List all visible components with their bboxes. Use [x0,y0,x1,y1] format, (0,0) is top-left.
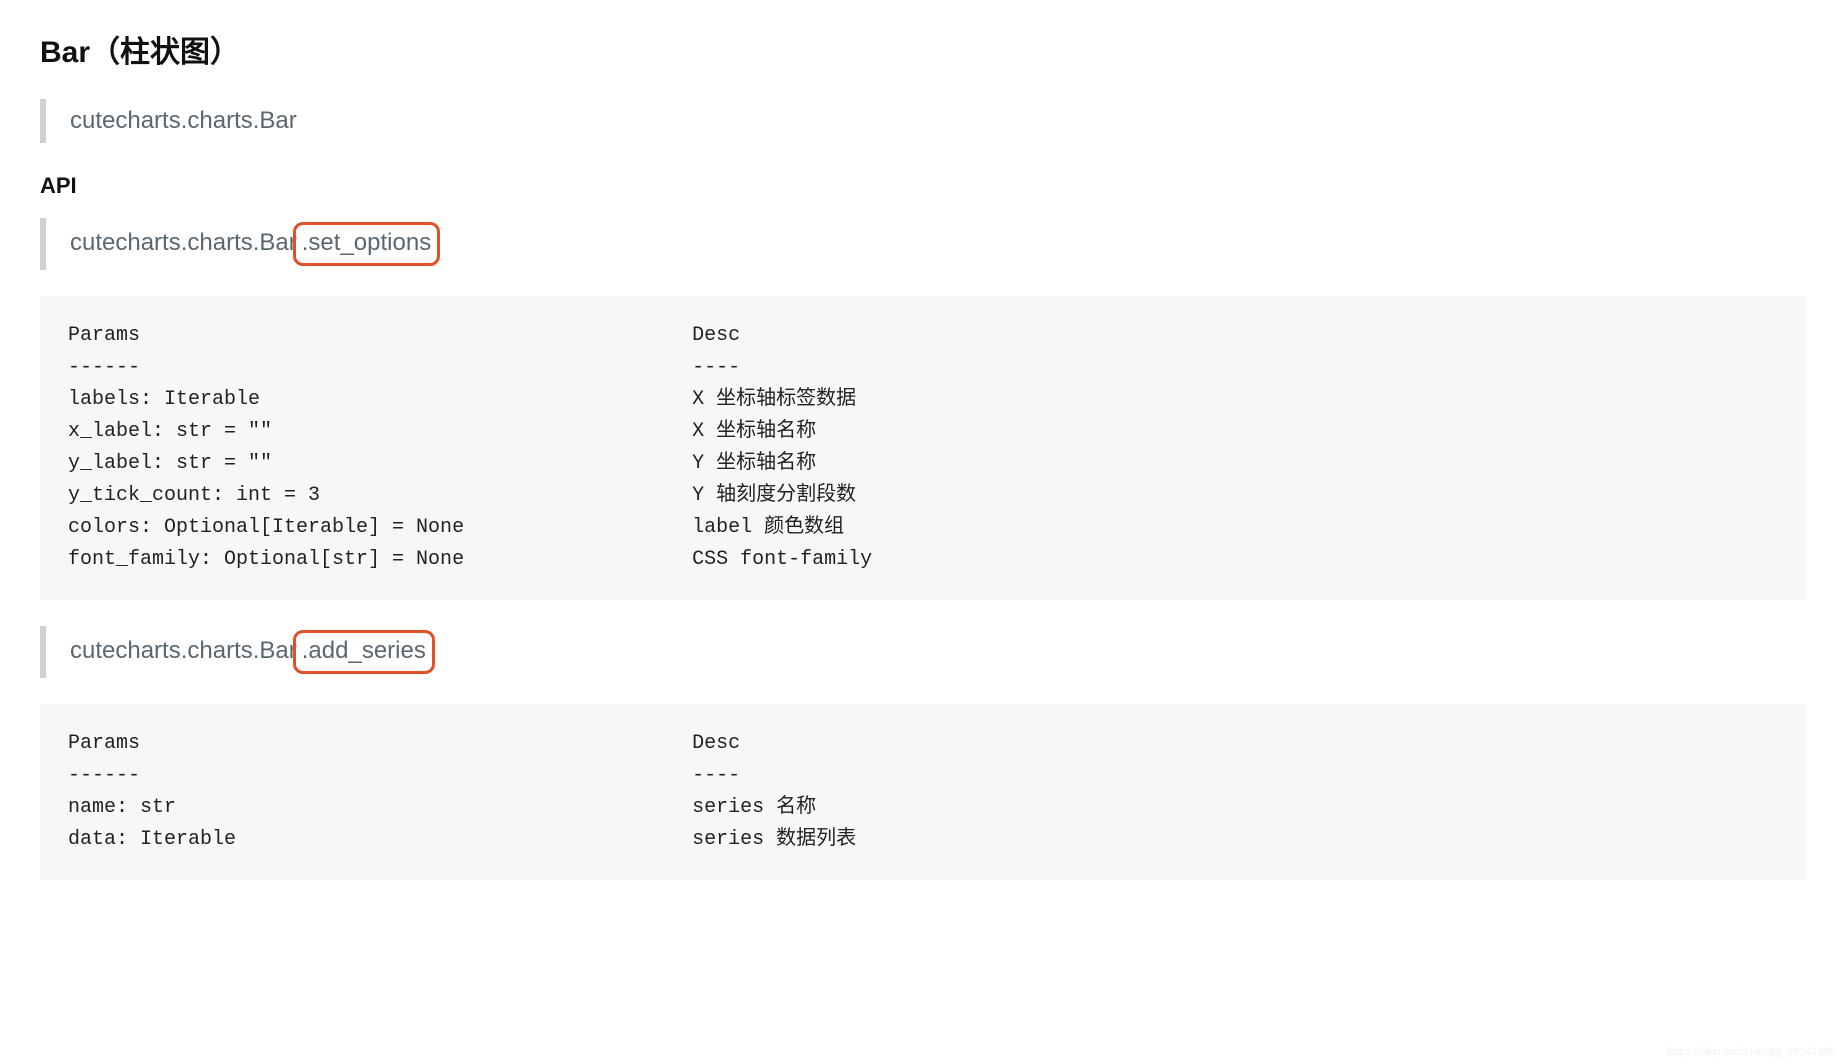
highlighted-method-name: .add_series [293,630,435,674]
code-block-set-options: Params Desc ------ ---- labels: Iterable… [40,296,1806,600]
page-title: Bar（柱状图） [40,30,1806,75]
api-heading: API [40,169,1806,202]
code-block-add-series: Params Desc ------ ---- name: str series… [40,704,1806,880]
watermark: https://blog.csdn.net/qq_39241986 [1667,1044,1836,1061]
method-prefix: cutecharts.charts.Bar [70,637,297,664]
method-suffix: .add_series [302,637,426,664]
method-add-series-quote: cutecharts.charts.Bar.add_series [40,626,1806,678]
module-quote: cutecharts.charts.Bar [40,99,1806,143]
method-prefix: cutecharts.charts.Bar [70,229,297,256]
method-suffix: .set_options [302,229,431,256]
method-set-options-quote: cutecharts.charts.Bar.set_options [40,218,1806,270]
module-path: cutecharts.charts.Bar [70,107,297,134]
highlighted-method-name: .set_options [293,222,440,266]
